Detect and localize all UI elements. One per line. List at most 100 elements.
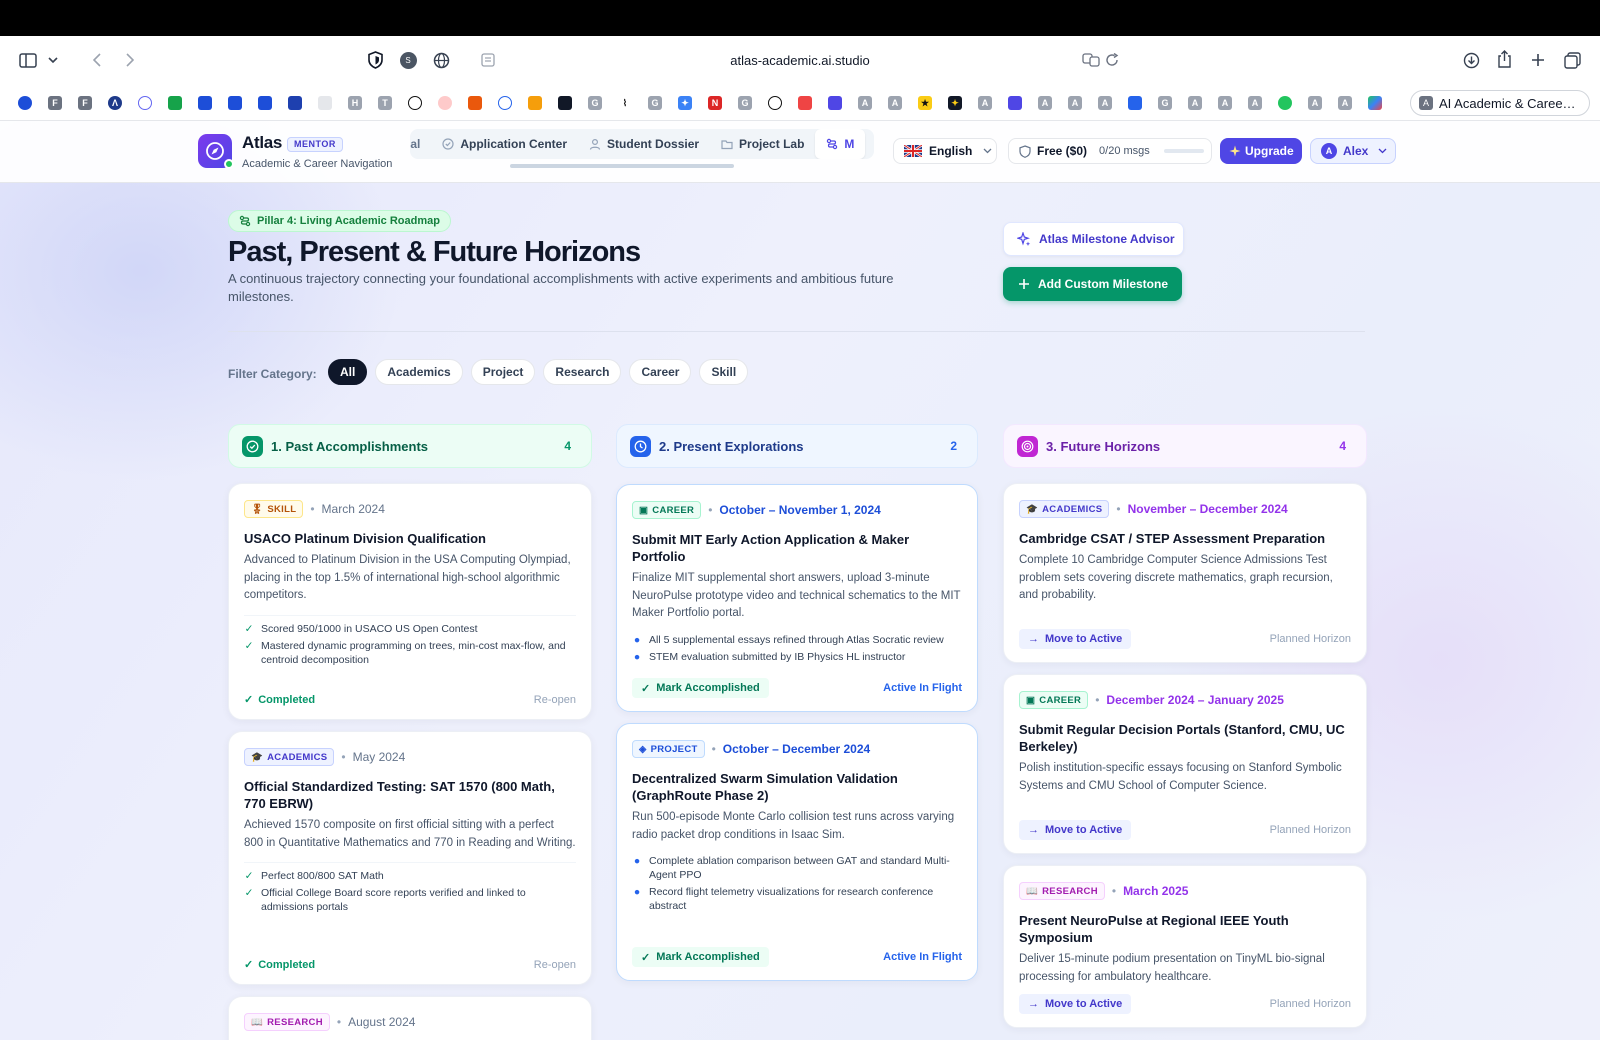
address-bar[interactable]: atlas-academic.ai.studio <box>0 36 1600 85</box>
translate-icon[interactable] <box>1081 51 1101 69</box>
pinned-tab[interactable]: G <box>582 93 608 113</box>
language-select[interactable]: English <box>893 138 997 164</box>
sidebar-toggle-icon[interactable] <box>18 51 38 69</box>
route-icon <box>239 215 251 227</box>
pinned-tab[interactable]: A <box>1062 93 1088 113</box>
pinned-tab[interactable] <box>522 93 548 113</box>
pinned-tab[interactable] <box>822 93 848 113</box>
pinned-tab[interactable]: A <box>852 93 878 113</box>
nav-tab-application-center[interactable]: Application Center <box>431 129 578 159</box>
filter-chip-skill[interactable]: Skill <box>699 359 749 385</box>
pinned-tab[interactable]: A <box>1302 93 1328 113</box>
mark-accomplished-button[interactable]: ✓ Mark Accomplished <box>632 947 769 967</box>
reopen-button[interactable]: Re-open <box>534 959 576 971</box>
pinned-tab[interactable]: A <box>1242 93 1268 113</box>
pinned-tab[interactable]: N <box>702 93 728 113</box>
pinned-tab[interactable]: ⌇ <box>612 93 638 113</box>
pinned-tab[interactable]: G <box>642 93 668 113</box>
move-to-active-button[interactable]: → Move to Active <box>1019 629 1132 649</box>
filter-chip-research[interactable]: Research <box>543 359 622 385</box>
pinned-tab[interactable]: H <box>342 93 368 113</box>
nav-tab-global[interactable]: bal <box>410 129 431 159</box>
pinned-tab[interactable] <box>192 93 218 113</box>
mark-accomplished-button[interactable]: ✓ Mark Accomplished <box>632 678 769 698</box>
milestone-card[interactable]: 🎓 ACADEMICS • May 2024 Official Standardi… <box>228 731 592 985</box>
pinned-tab[interactable] <box>132 93 158 113</box>
filter-chip-all[interactable]: All <box>328 359 368 385</box>
filter-chip-academics[interactable]: Academics <box>375 359 463 385</box>
folder-icon <box>721 140 733 150</box>
extension-icon[interactable]: S <box>398 50 418 70</box>
milestone-card[interactable]: 🎖 SKILL • March 2024 USACO Platinum Divis… <box>228 483 592 720</box>
back-icon[interactable] <box>88 51 106 69</box>
milestone-card[interactable]: ◈ PROJECT • October – December 2024 Decen… <box>616 723 978 981</box>
filter-chip-project[interactable]: Project <box>470 359 536 385</box>
pinned-tab[interactable]: A <box>1332 93 1358 113</box>
pinned-tab[interactable]: A <box>1212 93 1238 113</box>
pinned-tab[interactable]: A <box>1092 93 1118 113</box>
pinned-tab[interactable]: A <box>1182 93 1208 113</box>
pinned-tab[interactable] <box>1272 93 1298 113</box>
share-icon[interactable] <box>1494 49 1514 69</box>
pinned-tab[interactable] <box>792 93 818 113</box>
reload-icon[interactable] <box>1103 51 1121 69</box>
pinned-tab[interactable]: T <box>372 93 398 113</box>
pinned-tab[interactable]: A <box>882 93 908 113</box>
milestone-card[interactable]: 📖 RESEARCH • August 2024 <box>228 996 592 1040</box>
pinned-tab[interactable] <box>492 93 518 113</box>
move-to-active-button[interactable]: → Move to Active <box>1019 820 1132 840</box>
nav-scrollbar[interactable] <box>510 164 734 168</box>
forward-icon[interactable] <box>120 51 138 69</box>
add-milestone-button[interactable]: Add Custom Milestone <box>1003 267 1182 301</box>
shield-icon[interactable] <box>365 50 385 70</box>
pinned-tab[interactable]: A <box>972 93 998 113</box>
pinned-tab[interactable] <box>462 93 488 113</box>
download-icon[interactable] <box>1461 50 1481 70</box>
user-menu[interactable]: A Alex <box>1310 138 1396 164</box>
pinned-tab[interactable]: Λ <box>102 93 128 113</box>
globe-icon[interactable] <box>431 50 451 70</box>
plan-usage[interactable]: Free ($0) 0/20 msgs <box>1008 138 1212 164</box>
pinned-tab[interactable] <box>1122 93 1148 113</box>
pinned-tab[interactable] <box>762 93 788 113</box>
new-tab-icon[interactable] <box>1528 50 1548 70</box>
pinned-tab[interactable] <box>432 93 458 113</box>
pinned-tab[interactable] <box>252 93 278 113</box>
pinned-tab[interactable] <box>282 93 308 113</box>
pinned-tab[interactable]: G <box>1152 93 1178 113</box>
pinned-tab[interactable]: F <box>72 93 98 113</box>
pinned-tab[interactable]: ✦ <box>672 93 698 113</box>
pinned-tab[interactable] <box>402 93 428 113</box>
pinned-tab[interactable] <box>312 93 338 113</box>
filter-chip-career[interactable]: Career <box>629 359 692 385</box>
move-to-active-button[interactable]: → Move to Active <box>1019 994 1132 1014</box>
milestone-card[interactable]: ▣ CAREER • December 2024 – January 2025 S… <box>1003 674 1367 854</box>
pinned-tab[interactable] <box>552 93 578 113</box>
pinned-tab[interactable] <box>1362 93 1388 113</box>
active-browser-tab[interactable]: A AI Academic & Caree… <box>1410 90 1590 116</box>
column-count: 2 <box>950 439 957 453</box>
pinned-tab[interactable] <box>162 93 188 113</box>
milestone-title: Official Standardized Testing: SAT 1570 … <box>244 779 555 811</box>
milestone-advisor-button[interactable]: Atlas Milestone Advisor <box>1003 222 1184 256</box>
pinned-tab[interactable]: A <box>1032 93 1058 113</box>
pinned-tab[interactable]: ★ <box>912 93 938 113</box>
nav-tab-student-dossier[interactable]: Student Dossier <box>578 129 710 159</box>
pinned-tab[interactable] <box>222 93 248 113</box>
pinned-tab[interactable] <box>1002 93 1028 113</box>
milestone-date: October – November 1, 2024 <box>719 503 881 517</box>
pinned-tab[interactable] <box>12 93 38 113</box>
tab-overview-icon[interactable] <box>1562 50 1582 70</box>
pinned-tab[interactable]: ✦ <box>942 93 968 113</box>
pinned-tab[interactable]: G <box>732 93 758 113</box>
upgrade-button[interactable]: Upgrade <box>1220 138 1302 164</box>
milestone-card[interactable]: ▣ CAREER • October – November 1, 2024 Sub… <box>616 484 978 712</box>
milestone-card[interactable]: 🎓 ACADEMICS • November – December 2024 Ca… <box>1003 483 1367 663</box>
pinned-tab[interactable]: F <box>42 93 68 113</box>
milestone-card[interactable]: 📖 RESEARCH • March 2025 Present NeuroPuls… <box>1003 865 1367 1028</box>
nav-tab-milestones[interactable]: M <box>815 129 866 159</box>
reader-icon[interactable] <box>479 51 497 69</box>
chevron-down-icon[interactable] <box>46 51 60 69</box>
reopen-button[interactable]: Re-open <box>534 694 576 706</box>
nav-tab-project-lab[interactable]: Project Lab <box>710 129 815 159</box>
